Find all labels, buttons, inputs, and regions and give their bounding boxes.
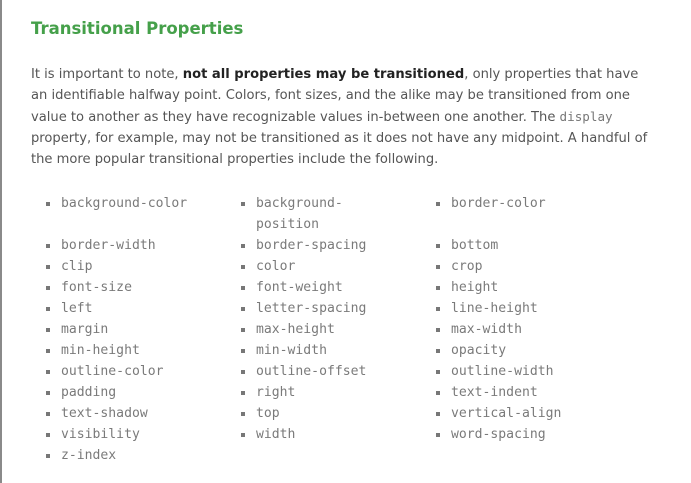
- property-column-2: background- position border-spacing colo…: [241, 193, 436, 466]
- list-item: padding: [46, 382, 241, 403]
- bullet-icon: [241, 424, 256, 445]
- bullet-icon: [241, 319, 256, 340]
- list-item: top: [241, 403, 436, 424]
- list-item: height: [436, 277, 631, 298]
- list-item: line-height: [436, 298, 631, 319]
- bullet-icon: [241, 277, 256, 298]
- bullet-icon: [436, 424, 451, 445]
- list-item: clip: [46, 256, 241, 277]
- bullet-icon: [46, 445, 61, 466]
- bullet-icon: [46, 424, 61, 445]
- list-item: min-width: [241, 340, 436, 361]
- bullet-icon: [46, 256, 61, 277]
- list-item: z-index: [46, 445, 241, 466]
- list-item: max-width: [436, 319, 631, 340]
- list-item: crop: [436, 256, 631, 277]
- bullet-icon: [241, 298, 256, 319]
- intro-paragraph: It is important to note, not all propert…: [31, 64, 651, 170]
- list-item: bottom: [436, 235, 631, 256]
- list-item: max-height: [241, 319, 436, 340]
- intro-text-3: property, for example, may not be transi…: [31, 131, 648, 167]
- bullet-icon: [46, 403, 61, 424]
- bullet-icon: [436, 235, 451, 256]
- list-item: background-color: [46, 193, 241, 214]
- property-list: background-color border-width clip font-…: [46, 193, 631, 466]
- section-heading: Transitional Properties: [31, 19, 244, 38]
- bullet-icon: [46, 361, 61, 382]
- list-item: text-indent: [436, 382, 631, 403]
- property-column-1: background-color border-width clip font-…: [46, 193, 241, 466]
- list-item: font-weight: [241, 277, 436, 298]
- list-item: border-width: [46, 235, 241, 256]
- property-column-3: border-color bottom crop height line-hei…: [436, 193, 631, 466]
- bullet-icon: [436, 403, 451, 424]
- bullet-icon: [46, 340, 61, 361]
- list-item: vertical-align: [436, 403, 631, 424]
- bullet-icon: [46, 319, 61, 340]
- intro-bold-text: not all properties may be transitioned: [182, 67, 465, 82]
- bullet-icon: [46, 298, 61, 319]
- list-item: background- position: [241, 193, 436, 235]
- bullet-icon: [46, 382, 61, 403]
- bullet-icon: [46, 235, 61, 256]
- list-item: color: [241, 256, 436, 277]
- display-code: display: [559, 109, 613, 124]
- intro-text-1: It is important to note,: [31, 67, 183, 82]
- bullet-icon: [241, 382, 256, 403]
- bullet-icon: [46, 277, 61, 298]
- bullet-icon: [241, 256, 256, 277]
- bullet-icon: [436, 340, 451, 361]
- list-item: left: [46, 298, 241, 319]
- list-item: word-spacing: [436, 424, 631, 445]
- bullet-icon: [436, 256, 451, 277]
- list-item: font-size: [46, 277, 241, 298]
- list-item: text-shadow: [46, 403, 241, 424]
- list-item: right: [241, 382, 436, 403]
- list-item: outline-width: [436, 361, 631, 382]
- bullet-icon: [436, 277, 451, 298]
- list-item: letter-spacing: [241, 298, 436, 319]
- bullet-icon: [436, 382, 451, 403]
- left-border: [0, 0, 2, 483]
- bullet-icon: [436, 298, 451, 319]
- list-item: opacity: [436, 340, 631, 361]
- bullet-icon: [436, 361, 451, 382]
- list-item: min-height: [46, 340, 241, 361]
- bullet-icon: [241, 361, 256, 382]
- list-item: margin: [46, 319, 241, 340]
- list-item: width: [241, 424, 436, 445]
- bullet-icon: [241, 235, 256, 256]
- bullet-icon: [436, 193, 451, 214]
- list-item: border-color: [436, 193, 631, 214]
- bullet-icon: [241, 193, 256, 214]
- list-item: visibility: [46, 424, 241, 445]
- bullet-icon: [46, 193, 61, 214]
- bullet-icon: [436, 319, 451, 340]
- list-item: border-spacing: [241, 235, 436, 256]
- list-item: outline-color: [46, 361, 241, 382]
- bullet-icon: [241, 403, 256, 424]
- bullet-icon: [241, 340, 256, 361]
- list-item: outline-offset: [241, 361, 436, 382]
